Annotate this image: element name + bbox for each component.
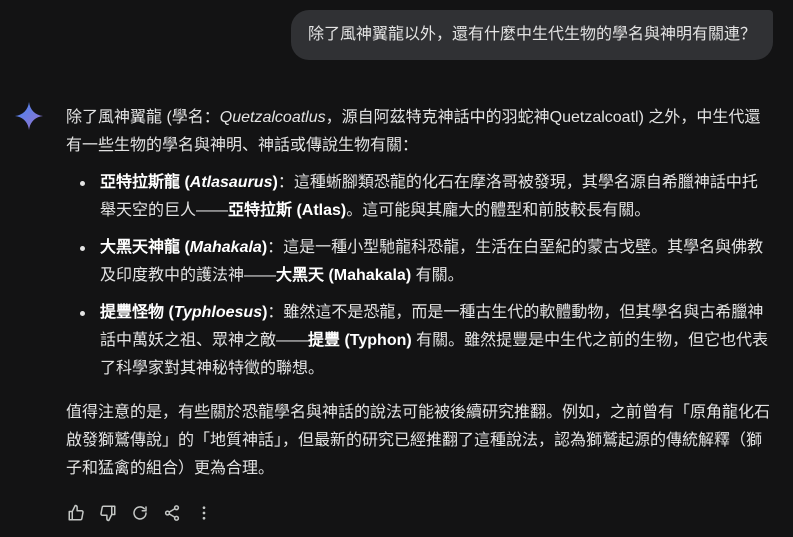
thumbs-down-icon[interactable] — [94, 499, 122, 527]
list-item: 亞特拉斯龍 (Atlasaurus)：這種蜥腳類恐龍的化石在摩洛哥被發現，其學名… — [80, 169, 773, 225]
organism-name: 亞特拉斯龍 (Atlasaurus) — [100, 174, 278, 191]
response-note: 值得注意的是，有些關於恐龍學名與神話的說法可能被後續研究推翻。例如，之前曾有「原… — [66, 404, 771, 477]
organism-name: 大黑天神龍 (Mahakala) — [100, 239, 268, 256]
list-item: 大黑天神龍 (Mahakala)：這是一種小型馳龍科恐龍，生活在白堊紀的蒙古戈壁… — [80, 234, 773, 290]
user-message-text: 除了風神翼龍以外，還有什麼中生代生物的學名與神明有關連？ — [307, 26, 756, 43]
intro-text-a: 除了風神翼龍 (學名： — [66, 109, 220, 126]
user-message-bubble: 除了風神翼龍以外，還有什麼中生代生物的學名與神明有關連？ — [290, 10, 773, 60]
assistant-response: 除了風神翼龍 (學名：Quetzalcoatlus，源自阿茲特克神話中的羽蛇神Q… — [66, 104, 773, 483]
organism-name: 提豐怪物 (Typhloesus) — [100, 304, 268, 321]
deity-name: 亞特拉斯 (Atlas) — [228, 202, 347, 219]
item-text: 。這可能與其龐大的體型和前肢較長有關。 — [346, 202, 651, 219]
response-intro: 除了風神翼龍 (學名：Quetzalcoatlus，源自阿茲特克神話中的羽蛇神Q… — [66, 104, 773, 160]
organism-list: 亞特拉斯龍 (Atlasaurus)：這種蜥腳類恐龍的化石在摩洛哥被發現，其學名… — [66, 169, 773, 383]
share-icon[interactable] — [158, 499, 186, 527]
item-text: 有關。 — [411, 267, 464, 284]
deity-name: 提豐 (Typhon) — [308, 332, 412, 349]
intro-scientific-name: Quetzalcoatlus — [219, 109, 326, 126]
list-item: 提豐怪物 (Typhloesus)：雖然這不是恐龍，而是一種古生代的軟體動物，但… — [80, 299, 773, 383]
response-actions — [62, 499, 218, 527]
deity-name: 大黑天 (Mahakala) — [276, 267, 412, 284]
regenerate-icon[interactable] — [126, 499, 154, 527]
thumbs-up-icon[interactable] — [62, 499, 90, 527]
more-options-icon[interactable] — [190, 499, 218, 527]
gemini-sparkle-icon — [15, 102, 43, 130]
